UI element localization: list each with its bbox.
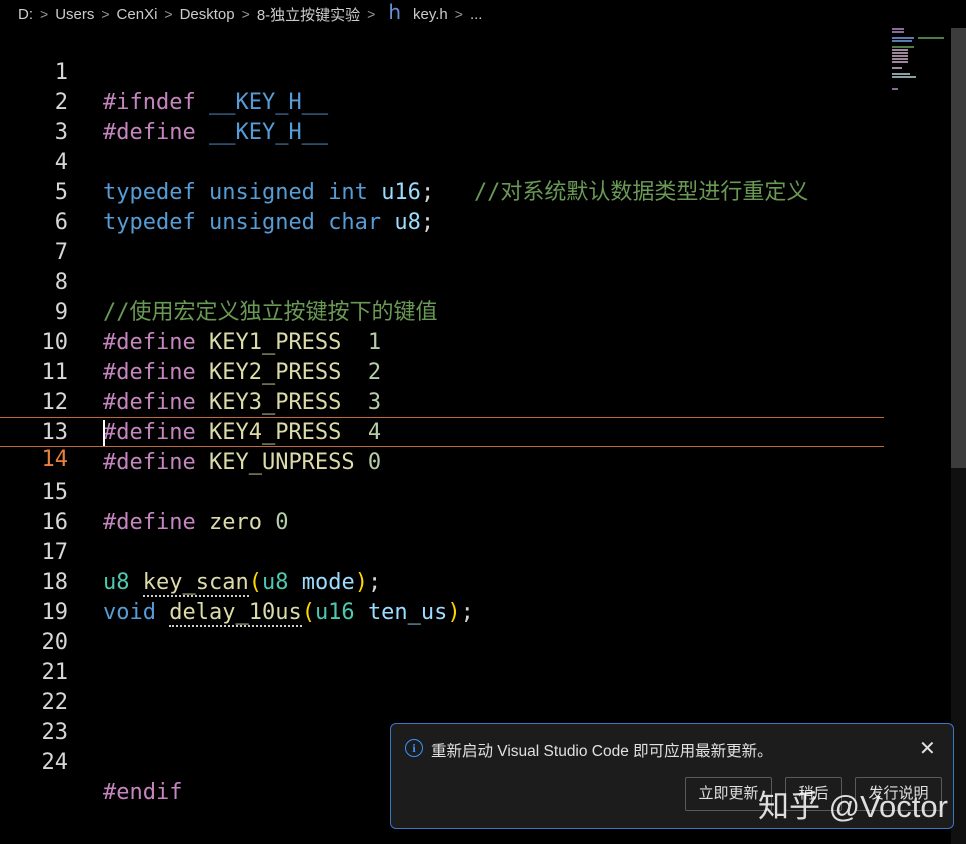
code-line[interactable]: 20 bbox=[0, 598, 884, 655]
vertical-scrollbar-thumb[interactable] bbox=[951, 28, 966, 468]
code-line[interactable]: 17 u8 key_scan(u8 mode); bbox=[0, 508, 884, 597]
code-line[interactable]: 6 bbox=[0, 178, 884, 235]
code-line[interactable]: 23 bbox=[0, 688, 884, 745]
breadcrumb-item-users[interactable]: Users bbox=[55, 6, 94, 23]
breadcrumb-separator: > bbox=[40, 6, 49, 22]
code-line[interactable]: 19 bbox=[0, 568, 884, 625]
code-line[interactable]: 1 #ifndef __KEY_H__ bbox=[0, 28, 884, 115]
minimap[interactable] bbox=[888, 28, 948, 90]
code-line[interactable]: 18 void delay_10us(u16 ten_us); bbox=[0, 538, 884, 627]
code-line[interactable]: 2 #define __KEY_H__ bbox=[0, 58, 884, 145]
info-icon: i bbox=[405, 739, 423, 757]
code-line[interactable]: 8 //使用宏定义独立按键按下的键值 bbox=[0, 238, 884, 325]
breadcrumb-separator: > bbox=[454, 6, 463, 22]
code-line[interactable]: 9 #define KEY1_PRESS 1 bbox=[0, 268, 884, 355]
code-line[interactable]: 7 bbox=[0, 208, 884, 265]
notification-message: 重新启动 Visual Studio Code 即可应用最新更新。 bbox=[431, 743, 773, 760]
text-cursor bbox=[103, 420, 105, 446]
breadcrumb-item-folder[interactable]: 8-独立按键实验 bbox=[257, 4, 360, 25]
current-code-line[interactable]: 14 bbox=[0, 417, 884, 472]
update-notification: i 重新启动 Visual Studio Code 即可应用最新更新。 ✕ 立即… bbox=[390, 723, 954, 829]
breadcrumb-separator: > bbox=[164, 6, 173, 22]
line-number: 24 bbox=[41, 750, 69, 775]
code-line[interactable]: 12 #define KEY4_PRESS 4 bbox=[0, 358, 884, 445]
code-line[interactable]: 5 typedef unsigned char u8; bbox=[0, 148, 884, 235]
breadcrumb-item-drive[interactable]: D: bbox=[18, 6, 33, 23]
breadcrumb-item-file[interactable]: key.h bbox=[413, 6, 448, 23]
breadcrumb-separator: > bbox=[101, 6, 110, 22]
code-line[interactable]: 3 bbox=[0, 88, 884, 145]
update-now-button[interactable]: 立即更新 bbox=[685, 777, 772, 811]
breadcrumb-item-cenxi[interactable]: CenXi bbox=[117, 6, 158, 23]
later-button[interactable]: 稍后 bbox=[785, 777, 842, 811]
close-icon[interactable]: ✕ bbox=[919, 736, 936, 761]
preprocessor-keyword: #endif bbox=[103, 780, 183, 805]
c-header-file-icon: h bbox=[388, 0, 402, 24]
code-editor[interactable]: 1 #ifndef __KEY_H__ 2 #define __KEY_H__ … bbox=[0, 28, 884, 844]
code-line[interactable]: 13 #define KEY_UNPRESS 0 bbox=[0, 388, 884, 475]
code-line[interactable]: 4 typedef unsigned int u16; //对系统默认数据类型进… bbox=[0, 118, 884, 205]
release-notes-button[interactable]: 发行说明 bbox=[855, 777, 942, 811]
breadcrumb: D: > Users > CenXi > Desktop > 8-独立按键实验 … bbox=[0, 0, 966, 28]
code-line[interactable]: 22 bbox=[0, 658, 884, 715]
breadcrumb-separator: > bbox=[241, 6, 250, 22]
breadcrumb-item-symbols[interactable]: ... bbox=[470, 6, 483, 23]
code-line[interactable]: 21 bbox=[0, 628, 884, 685]
code-line[interactable]: 16 bbox=[0, 478, 884, 535]
breadcrumb-item-desktop[interactable]: Desktop bbox=[180, 6, 235, 23]
code-line[interactable]: 11 #define KEY3_PRESS 3 bbox=[0, 328, 884, 415]
code-line[interactable]: 15 #define zero 0 bbox=[0, 448, 884, 535]
breadcrumb-separator: > bbox=[367, 6, 376, 22]
code-line[interactable]: 10 #define KEY2_PRESS 2 bbox=[0, 298, 884, 385]
